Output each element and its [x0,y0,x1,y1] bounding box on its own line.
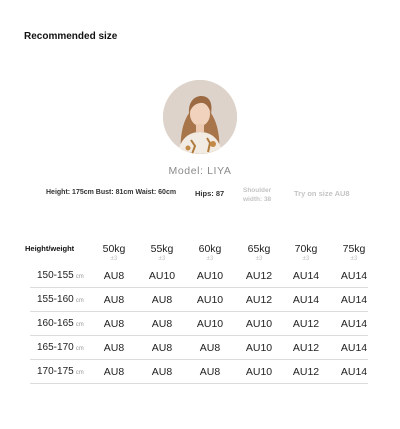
height-range: 160-165 cm [37,318,84,329]
table-row: 165-170 cm AU8 AU8 AU8 AU10 AU12 AU14 [30,336,368,360]
height-range-value: 165-170 [37,342,74,353]
size-cell: AU14 [340,366,368,378]
size-cell: AU10 [245,318,273,330]
height-unit: cm [75,322,84,328]
size-cell: AU10 [245,342,273,354]
weight-tolerance: ±3 [302,256,310,262]
size-cell: AU14 [340,342,368,354]
size-cell: AU14 [340,318,368,330]
table-row: 160-165 cm AU8 AU8 AU10 AU10 AU12 AU14 [30,312,368,336]
height-range-value: 160-165 [37,318,74,329]
size-cell: AU14 [340,270,368,282]
height-range-value: 150-155 [37,270,74,281]
height-weight-label: Height/weight [25,244,75,253]
weight-tolerance: ±3 [110,256,118,262]
size-cell: AU10 [245,366,273,378]
size-cell: AU12 [245,294,273,306]
size-cell: AU10 [196,318,224,330]
size-cell: AU14 [292,294,320,306]
size-table-header: Height/weight 50kg ±3 55kg ±3 60kg ±3 65… [0,243,400,265]
weight-tolerance: ±3 [255,256,263,262]
size-cell: AU8 [103,294,125,306]
size-cell: AU12 [292,366,320,378]
height-unit: cm [75,346,84,352]
height-range: 165-170 cm [37,342,84,353]
size-cell: AU8 [103,342,125,354]
model-name: Model: LIYA [168,165,232,177]
weight-tolerance: ±3 [158,256,166,262]
size-cell: AU10 [196,270,224,282]
model-hips: Hips: 87 [195,189,225,198]
height-range-value: 155-160 [37,294,74,305]
shoulder-value: width: 38 [243,196,272,203]
size-cell: AU8 [199,342,221,354]
weight-label: 60kg [198,243,222,255]
column-header: 75kg ±3 [334,243,374,262]
height-range: 170-175 cm [37,366,84,377]
column-header: 60kg ±3 [190,243,230,262]
height-range-value: 170-175 [37,366,74,377]
section-title: Recommended size [24,31,118,42]
shoulder-label: Shoulder [243,187,272,194]
size-cell: AU8 [151,294,173,306]
column-header: 55kg ±3 [142,243,182,262]
size-cell: AU8 [103,270,125,282]
size-cell: AU8 [199,366,221,378]
size-cell: AU14 [292,270,320,282]
model-height-bust-waist: Height: 175cm Bust: 81cm Waist: 60cm [46,189,177,196]
weight-tolerance: ±3 [350,256,358,262]
table-row: 170-175 cm AU8 AU8 AU8 AU10 AU12 AU14 [30,360,368,384]
model-try-on-size: Try on size AU8 [294,189,350,198]
weight-label: 70kg [294,243,318,255]
size-cell: AU12 [292,318,320,330]
model-avatar [163,80,237,154]
weight-label: 75kg [342,243,366,255]
size-cell: AU12 [245,270,273,282]
table-row: 150-155 cm AU8 AU10 AU10 AU12 AU14 AU14 [30,264,368,288]
model-shoulder-width: Shoulder width: 38 [243,186,283,204]
column-header: 65kg ±3 [239,243,279,262]
height-unit: cm [75,370,84,376]
size-cell: AU10 [196,294,224,306]
model-photo-icon [163,80,237,154]
size-cell: AU8 [151,342,173,354]
size-cell: AU8 [151,366,173,378]
height-range: 155-160 cm [37,294,84,305]
size-cell: AU14 [340,294,368,306]
weight-label: 50kg [102,243,126,255]
weight-tolerance: ±3 [206,256,214,262]
height-unit: cm [75,298,84,304]
size-cell: AU8 [151,318,173,330]
weight-label: 65kg [247,243,271,255]
size-cell: AU12 [292,342,320,354]
table-row: 155-160 cm AU8 AU8 AU10 AU12 AU14 AU14 [30,288,368,312]
size-cell: AU8 [103,366,125,378]
size-cell: AU10 [148,270,176,282]
column-header: 70kg ±3 [286,243,326,262]
size-cell: AU8 [103,318,125,330]
weight-label: 55kg [150,243,174,255]
column-header: 50kg ±3 [94,243,134,262]
height-range: 150-155 cm [37,270,84,281]
height-unit: cm [75,274,84,280]
